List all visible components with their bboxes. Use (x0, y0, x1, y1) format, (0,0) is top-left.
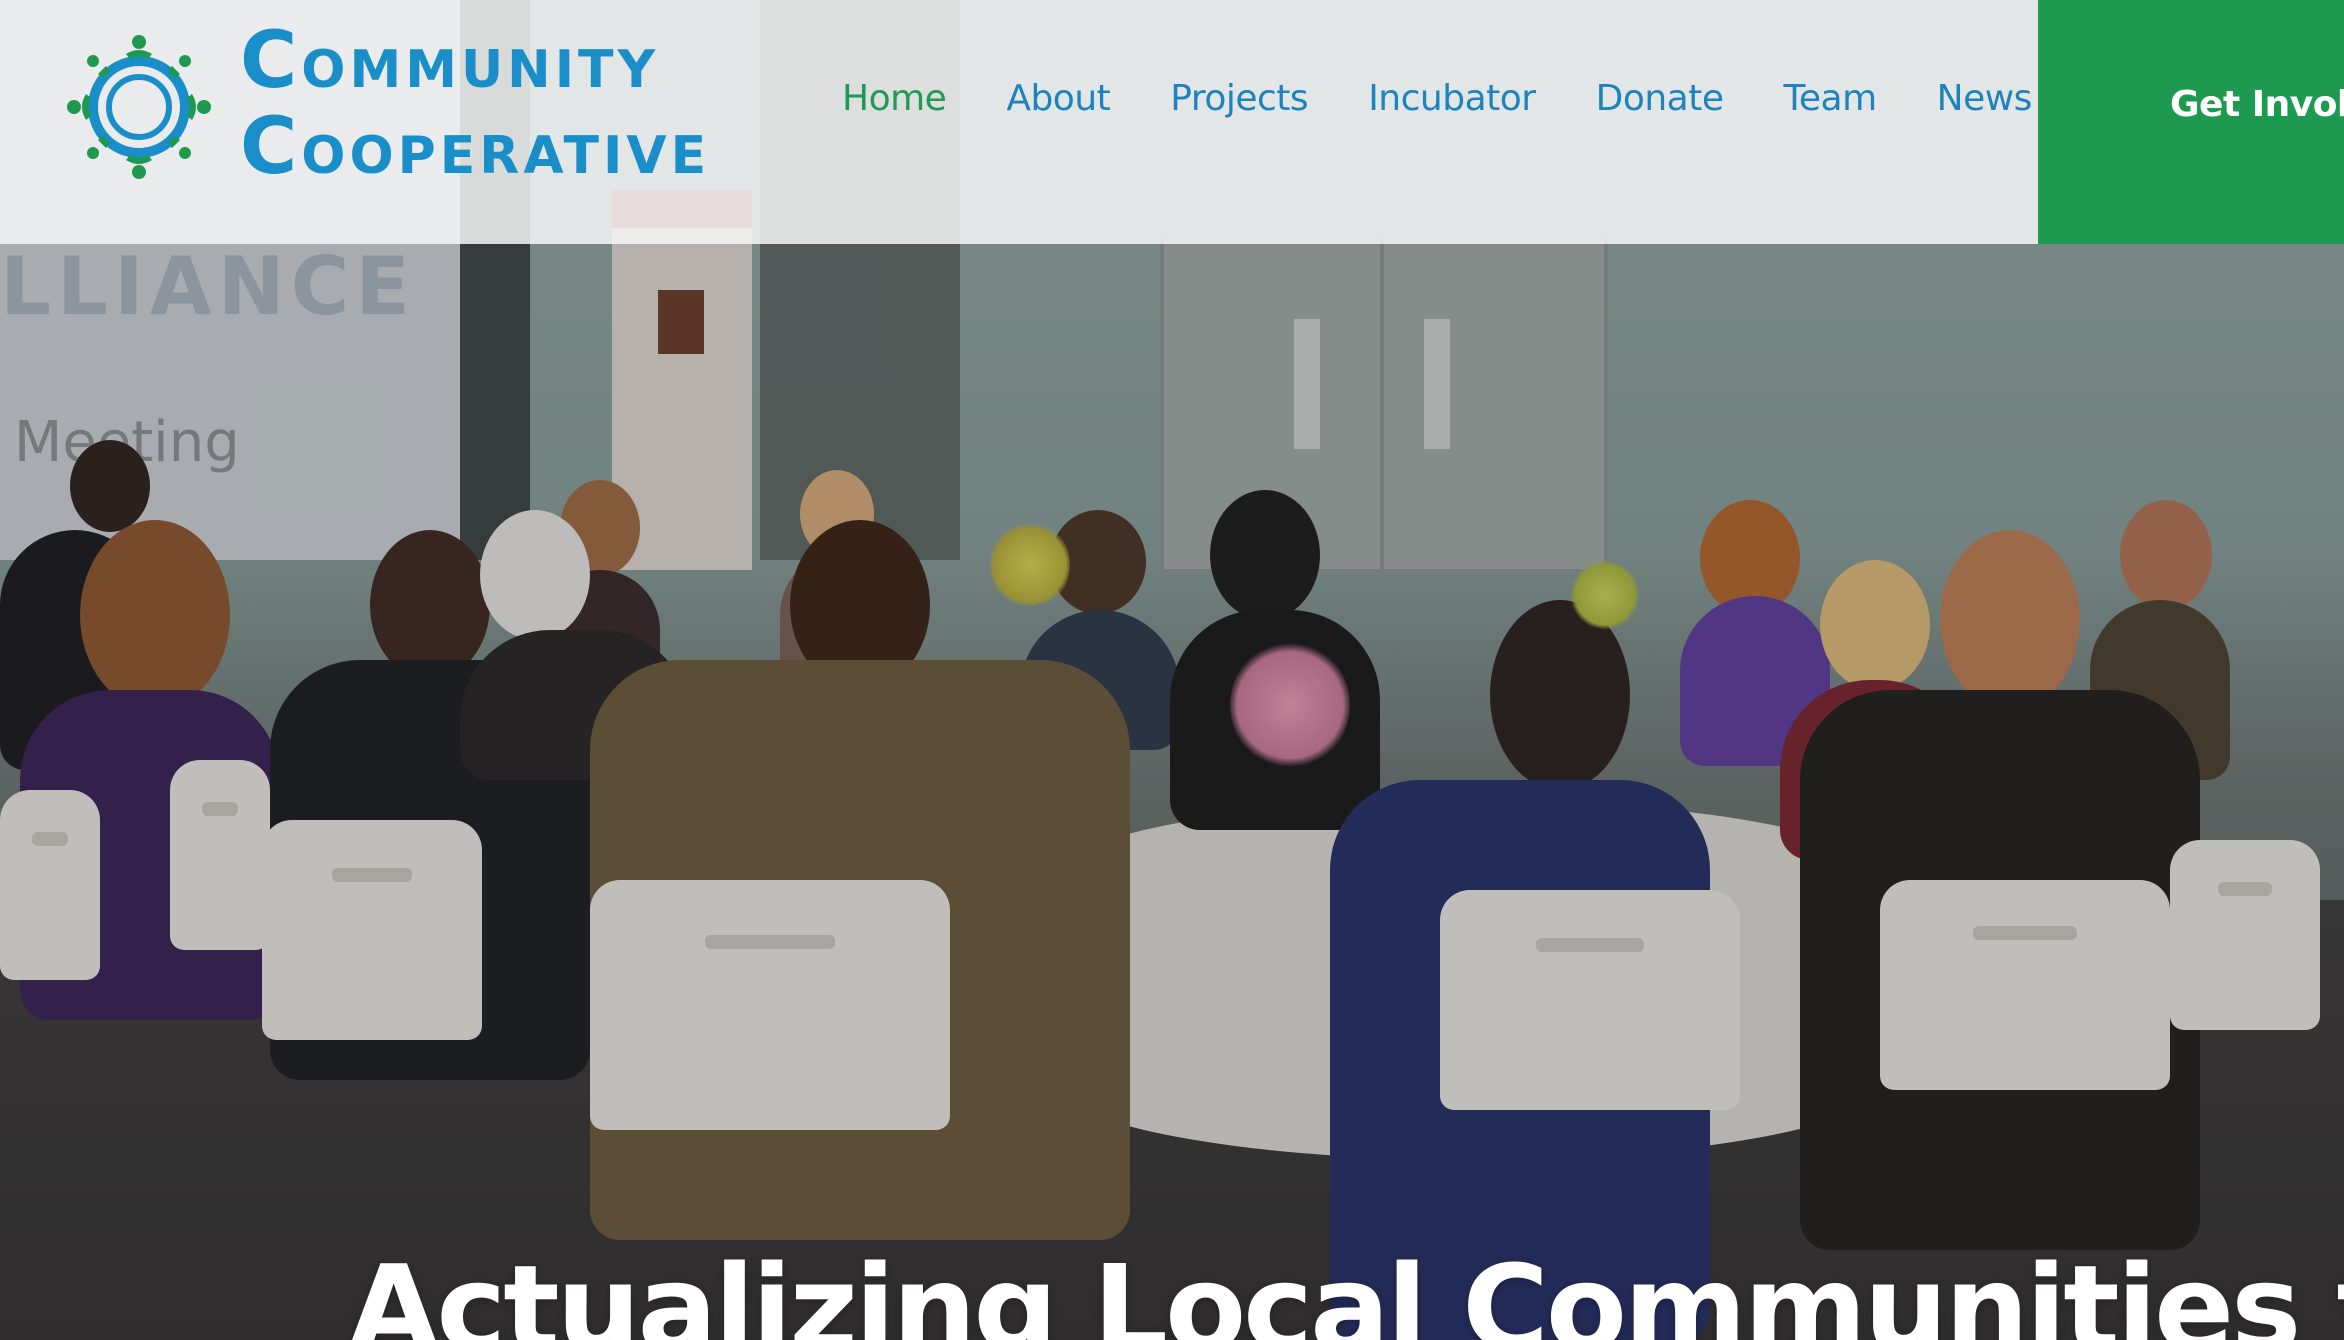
get-involved-button[interactable]: Get Involve (2038, 0, 2344, 244)
brand-wordmark[interactable]: Community Cooperative (240, 16, 711, 194)
nav-news[interactable]: News (1937, 78, 2033, 119)
brand-line-1: Community (240, 16, 660, 106)
get-involved-label: Get Involve (2170, 84, 2344, 125)
nav-home[interactable]: Home (842, 78, 947, 119)
nav-donate[interactable]: Donate (1596, 78, 1724, 119)
site-header: Community Cooperative Home About Project… (0, 0, 2344, 244)
community-circle-logo-icon[interactable] (64, 32, 214, 182)
brand-line-2: Cooperative (240, 102, 711, 192)
main-nav: Home About Projects Incubator Donate Tea… (842, 78, 2092, 119)
logo-graphic (67, 35, 211, 179)
nav-about[interactable]: About (1006, 78, 1110, 119)
nav-incubator[interactable]: Incubator (1368, 78, 1536, 119)
hero-headline: Actualizing Local Communities to (348, 1239, 2344, 1340)
nav-projects[interactable]: Projects (1170, 78, 1308, 119)
nav-team[interactable]: Team (1783, 78, 1877, 119)
page: LLIANCE Meeting COMMUNITY COOPERATIVE Ho… (0, 0, 2344, 1340)
